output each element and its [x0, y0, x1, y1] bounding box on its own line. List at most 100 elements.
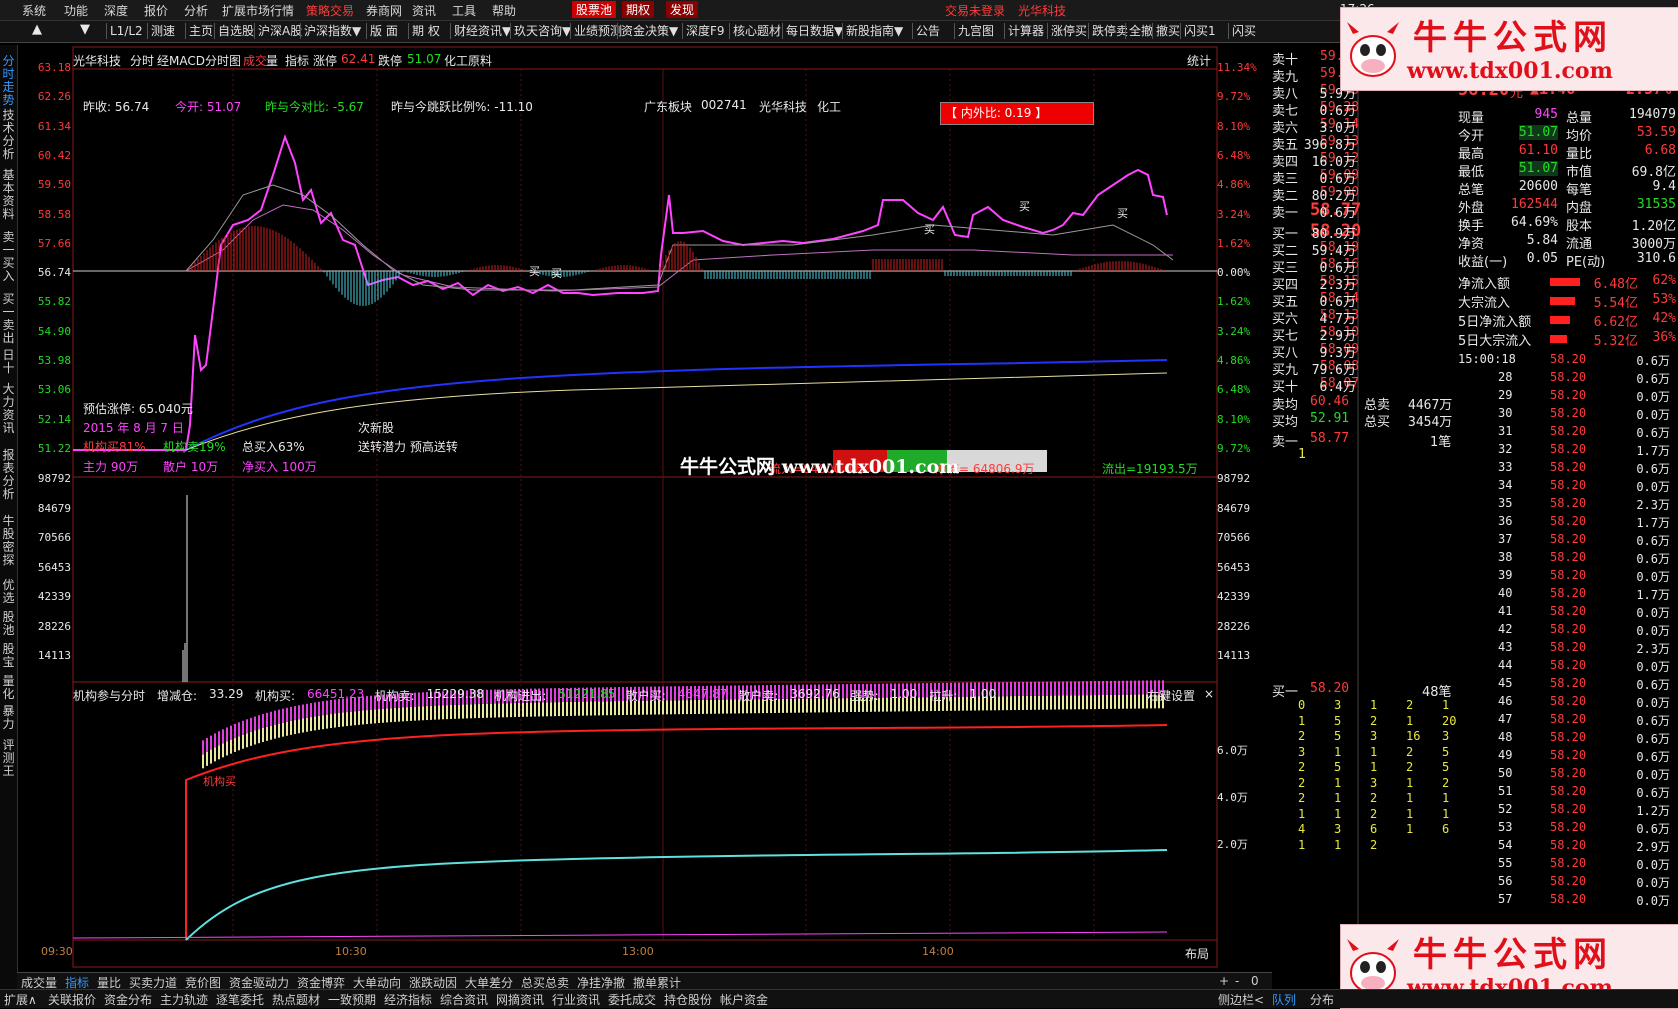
left-tab-10[interactable]: 股池 — [1, 611, 16, 637]
left-tab-1[interactable]: 技术分析 — [1, 109, 16, 161]
left-tab-6[interactable]: 大力资讯 — [1, 383, 16, 435]
toolbar-item-7[interactable]: 期 权 — [408, 23, 443, 39]
distribution-tab[interactable]: 分布 — [1310, 991, 1334, 1008]
menu-item-3[interactable]: 报价 — [144, 2, 168, 19]
chart-indicator[interactable]: 经MACD分时图 — [157, 52, 241, 69]
menu-item-6[interactable]: 策略交易 — [306, 2, 354, 19]
trade-status[interactable]: 交易未登录 — [945, 2, 1005, 19]
function-tab-2[interactable]: 资金分布 — [104, 991, 152, 1008]
left-tab-4[interactable]: 买一卖出 — [1, 293, 16, 345]
buy-marker: 买 — [1117, 207, 1128, 220]
function-tab-0[interactable]: 扩展∧ — [4, 991, 37, 1008]
tick-price: 58.20 — [1550, 640, 1587, 654]
function-tab-8[interactable]: 综合资讯 — [440, 991, 488, 1008]
left-tab-0[interactable]: 分时走势 — [1, 55, 16, 107]
function-tab-11[interactable]: 委托成交 — [608, 991, 656, 1008]
up-arrow-icon[interactable]: ▲ — [32, 22, 42, 37]
left-tab-7[interactable]: 报表分析 — [1, 449, 16, 501]
left-tab-11[interactable]: 股宝 — [1, 643, 16, 669]
toolbar-item-11[interactable]: 资金决策▼ — [617, 23, 681, 39]
chart-vol-label2[interactable]: 量 — [266, 52, 278, 69]
toolbar-item-22[interactable]: 撤买 — [1152, 23, 1183, 39]
menu-stock-pool[interactable]: 股票池 — [572, 1, 617, 18]
toolbar-item-2[interactable]: 主页 — [185, 23, 216, 39]
sidebar-toggle[interactable]: 侧边栏< — [1218, 991, 1264, 1008]
lower-panel-title[interactable]: 机构参与分时 — [73, 687, 145, 704]
stats-button[interactable]: 统计 — [1187, 52, 1211, 69]
left-tab-5[interactable]: 日十 — [1, 349, 16, 375]
left-tab-9[interactable]: 优选 — [1, 579, 16, 605]
menu-item-9[interactable]: 工具 — [452, 2, 476, 19]
menu-item-8[interactable]: 资讯 — [412, 2, 436, 19]
tick-price: 58.20 — [1550, 838, 1587, 852]
tick-time: 57 — [1498, 892, 1513, 906]
tick-time: 30 — [1498, 406, 1513, 420]
left-tab-12[interactable]: 量化 — [1, 675, 16, 701]
menu-item-1[interactable]: 功能 — [64, 2, 88, 19]
toolbar-item-24[interactable]: 闪买 — [1228, 23, 1259, 39]
queue-buy-cell: 1 — [1298, 806, 1306, 821]
queue-buy-cell: 5 — [1442, 760, 1450, 774]
function-tab-9[interactable]: 网摘资讯 — [496, 991, 544, 1008]
zoom-out-button[interactable]: - — [1235, 974, 1239, 988]
function-tab-13[interactable]: 帐户资金 — [720, 991, 768, 1008]
toolbar-item-6[interactable]: 版 面 — [366, 23, 401, 39]
left-tab-13[interactable]: 暴力 — [1, 705, 16, 731]
function-tab-5[interactable]: 热点题材 — [272, 991, 320, 1008]
function-tab-1[interactable]: 关联报价 — [48, 991, 96, 1008]
function-tab-10[interactable]: 行业资讯 — [552, 991, 600, 1008]
toolbar-item-23[interactable]: 闪买1 — [1180, 23, 1219, 39]
tick-time: 34 — [1498, 478, 1513, 492]
toolbar-item-9[interactable]: 玖天咨询▼ — [510, 23, 574, 39]
toolbar-item-3[interactable]: 自选股 — [214, 23, 257, 39]
toolbar-item-17[interactable]: 九宫图 — [954, 23, 997, 39]
close-icon[interactable]: × — [1204, 687, 1214, 701]
total-buy-label: 总买 — [1364, 415, 1391, 430]
zoom-in-button[interactable]: + — [1219, 974, 1229, 988]
menu-item-0[interactable]: 系统 — [22, 2, 46, 19]
left-tab-2[interactable]: 基本资料 — [1, 169, 16, 221]
function-tab-6[interactable]: 一致预期 — [328, 991, 376, 1008]
toolbar-item-19[interactable]: 涨停买 — [1047, 23, 1090, 39]
function-tab-4[interactable]: 逐笔委托 — [216, 991, 264, 1008]
zoom-reset-button[interactable]: 0 — [1251, 974, 1259, 988]
menu-item-7[interactable]: 券商网 — [366, 2, 402, 19]
layout-label[interactable]: 布局 — [1185, 945, 1209, 962]
lower-panel-settings[interactable]: 右键设置 — [1147, 687, 1195, 704]
toolbar-item-15[interactable]: 新股指南▼ — [842, 23, 906, 39]
left-tab-14[interactable]: 评测王 — [1, 739, 16, 778]
intraday-chart[interactable]: 买买买买买 光华科技 分时 经MACD分时图 成交 量 指标 涨停 62.41 … — [17, 45, 1272, 970]
chart-idx-label[interactable]: 指标 — [285, 52, 309, 69]
toolbar-item-8[interactable]: 财经资讯▼ — [450, 23, 514, 39]
toolbar-item-4[interactable]: 沪深A股 — [254, 23, 305, 39]
function-tab-3[interactable]: 主力轨迹 — [160, 991, 208, 1008]
menu-item-5[interactable]: 扩展市场行情 — [222, 2, 294, 19]
tick-time: 28 — [1498, 370, 1513, 384]
volume-tick-right: 42339 — [1217, 590, 1251, 603]
chart-vol-label[interactable]: 成交 — [243, 52, 267, 69]
tick-time: 33 — [1498, 460, 1513, 474]
toolbar-item-5[interactable]: 沪深指数▼ — [300, 23, 364, 39]
function-tab-7[interactable]: 经济指标 — [384, 991, 432, 1008]
menu-item-10[interactable]: 帮助 — [492, 2, 516, 19]
toolbar-item-13[interactable]: 核心题材 — [729, 23, 784, 39]
toolbar-item-0[interactable]: L1/L2 — [106, 23, 146, 39]
toolbar-item-14[interactable]: 每日数据▼ — [782, 23, 846, 39]
toolbar-item-12[interactable]: 深度F9 — [682, 23, 728, 39]
function-tab-12[interactable]: 持仓股份 — [664, 991, 712, 1008]
menu-item-2[interactable]: 深度 — [104, 2, 128, 19]
toolbar-item-1[interactable]: 测速 — [147, 23, 178, 39]
left-tab-3[interactable]: 卖一买入 — [1, 231, 16, 283]
queue-tab[interactable]: 队列 — [1272, 991, 1296, 1008]
queue-buy-cell: 2 — [1406, 760, 1414, 774]
down-arrow-icon[interactable]: ▼ — [80, 22, 90, 37]
queue-buy-cell: 1 — [1334, 775, 1342, 790]
menu-item-4[interactable]: 分析 — [184, 2, 208, 19]
toolbar-item-18[interactable]: 计算器 — [1004, 23, 1047, 39]
menu-discover[interactable]: 发现 — [666, 1, 699, 18]
toolbar-item-16[interactable]: 公告 — [912, 23, 943, 39]
menu-options[interactable]: 期权 — [622, 1, 655, 18]
left-tab-8[interactable]: 牛股密探 — [1, 515, 16, 567]
chart-mode[interactable]: 分时 — [130, 52, 154, 69]
price-tick-left: 51.22 — [37, 441, 71, 455]
